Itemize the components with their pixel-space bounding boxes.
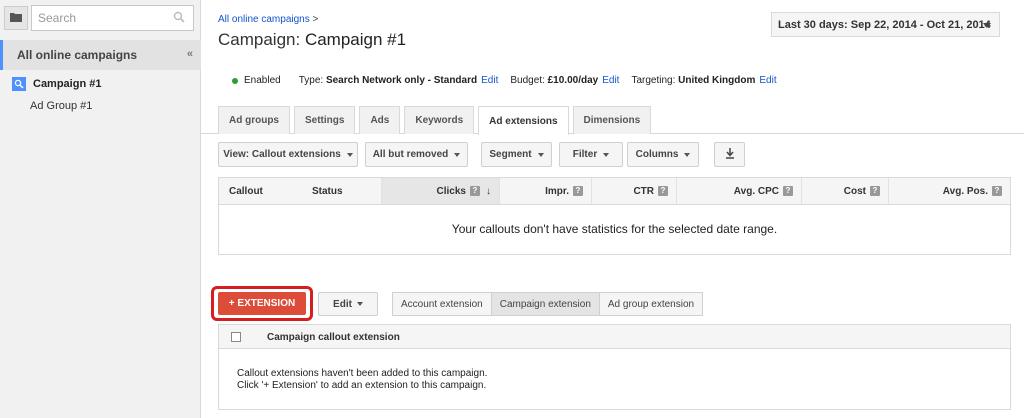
download-button[interactable] xyxy=(714,142,745,167)
page-title-prefix: Campaign: xyxy=(218,30,301,49)
statistics-table-header: Callout Status Clicks ? ↓ Impr. ? CTR ? … xyxy=(219,178,1010,205)
all-campaigns-item[interactable]: All online campaigns « xyxy=(0,40,201,70)
columns-label: Columns xyxy=(635,149,679,160)
filter-label: Filter xyxy=(572,149,598,160)
all-campaigns-label: All online campaigns xyxy=(17,48,138,62)
tab-ad-extensions[interactable]: Ad extensions xyxy=(478,106,569,135)
campaign-status-line: Enabled Type: Search Network only - Stan… xyxy=(232,75,777,86)
breadcrumb-separator: > xyxy=(312,14,319,25)
add-extension-button[interactable]: + EXTENSION xyxy=(218,292,306,315)
chevron-down-icon xyxy=(346,152,353,157)
chevron-down-icon xyxy=(603,152,610,157)
edit-dropdown[interactable]: Edit xyxy=(318,292,378,316)
budget-label: Budget: xyxy=(510,75,545,86)
tab-ad-groups[interactable]: Ad groups xyxy=(218,106,290,134)
statistics-table: Callout Status Clicks ? ↓ Impr. ? CTR ? … xyxy=(218,177,1011,255)
empty-extensions-message: Callout extensions haven't been added to… xyxy=(237,368,487,392)
column-header-callout[interactable]: Callout xyxy=(229,178,309,204)
sort-descending-icon: ↓ xyxy=(486,185,491,197)
empty-statistics-message: Your callouts don't have statistics for … xyxy=(451,222,778,236)
tab-ads[interactable]: Ads xyxy=(359,106,401,134)
columns-dropdown[interactable]: Columns xyxy=(627,142,699,167)
column-header-impressions[interactable]: Impr. ? xyxy=(499,178,591,204)
ad-group-extension-tab[interactable]: Ad group extension xyxy=(599,293,703,315)
column-label: Cost xyxy=(843,185,866,197)
date-range-label: Last 30 days: Sep 22, 2014 - Oct 21, 201… xyxy=(778,18,991,31)
tab-keywords[interactable]: Keywords xyxy=(404,106,475,134)
search-placeholder: Search xyxy=(38,11,77,25)
edit-dropdown-label: Edit xyxy=(333,298,352,310)
column-header-status[interactable]: Status xyxy=(312,178,382,204)
column-label: Impr. xyxy=(545,185,569,197)
sidebar-item-campaign[interactable]: Campaign #1 xyxy=(12,77,101,91)
enabled-status-icon xyxy=(232,77,238,84)
folder-button[interactable] xyxy=(4,6,28,30)
help-icon[interactable]: ? xyxy=(658,186,668,196)
column-label: CTR xyxy=(633,185,654,197)
chevron-down-icon xyxy=(454,152,461,157)
budget-value: £10.00/day xyxy=(547,75,599,86)
help-icon[interactable]: ? xyxy=(470,186,480,196)
page-title: Campaign: Campaign #1 xyxy=(218,30,406,50)
column-header-avg-pos[interactable]: Avg. Pos. ? xyxy=(888,178,1010,204)
type-value: Search Network only - Standard xyxy=(325,75,478,86)
removed-filter-dropdown[interactable]: All but removed xyxy=(365,142,468,167)
sidebar-campaign-label: Campaign #1 xyxy=(33,78,102,90)
sidebar: Search All online campaigns « Campaign #… xyxy=(0,0,201,418)
tab-bar: Ad groups Settings Ads Keywords Ad exten… xyxy=(218,106,655,135)
empty-extensions-line-2: Click '+ Extension' to add an extension … xyxy=(237,380,487,391)
status-enabled: Enabled xyxy=(244,75,281,86)
chevron-down-icon xyxy=(684,152,691,157)
targeting-value: United Kingdom xyxy=(678,75,756,86)
search-campaign-icon xyxy=(12,77,26,91)
select-all-checkbox[interactable] xyxy=(231,332,241,342)
extension-level-selector: Account extension Campaign extension Ad … xyxy=(392,292,704,316)
column-label: Avg. CPC xyxy=(733,185,779,197)
chevron-down-icon xyxy=(356,302,363,306)
type-label: Type: xyxy=(298,75,324,86)
targeting-label: Targeting: xyxy=(631,75,676,86)
campaign-extension-tab[interactable]: Campaign extension xyxy=(491,293,600,315)
help-icon[interactable]: ? xyxy=(573,186,583,196)
download-icon xyxy=(725,147,735,162)
view-dropdown[interactable]: View: Callout extensions xyxy=(218,142,358,167)
breadcrumb-link[interactable]: All online campaigns xyxy=(218,14,310,25)
account-extension-tab[interactable]: Account extension xyxy=(393,293,492,315)
column-header-campaign-callout[interactable]: Campaign callout extension xyxy=(267,325,400,349)
collapse-sidebar-icon[interactable]: « xyxy=(187,48,193,60)
page-title-name: Campaign #1 xyxy=(304,30,407,49)
view-dropdown-label: View: Callout extensions xyxy=(223,149,341,160)
segment-label: Segment xyxy=(489,149,532,160)
column-header-ctr[interactable]: CTR ? xyxy=(591,178,676,204)
tab-dimensions[interactable]: Dimensions xyxy=(572,106,652,134)
column-label: Status xyxy=(312,185,343,197)
filter-dropdown[interactable]: Filter xyxy=(559,142,623,167)
column-label: Avg. Pos. xyxy=(942,185,988,197)
edit-type-link[interactable]: Edit xyxy=(481,75,498,86)
folder-icon xyxy=(10,12,22,25)
column-header-clicks[interactable]: Clicks ? ↓ xyxy=(381,178,499,204)
sidebar-item-ad-group[interactable]: Ad Group #1 xyxy=(30,100,92,112)
column-label: Clicks xyxy=(436,185,466,197)
edit-targeting-link[interactable]: Edit xyxy=(759,75,776,86)
extensions-table-header: Campaign callout extension xyxy=(219,325,1010,349)
breadcrumb: All online campaigns > xyxy=(218,14,318,25)
extensions-table: Campaign callout extension Callout exten… xyxy=(218,324,1011,410)
search-icon[interactable] xyxy=(173,11,185,26)
date-range-selector[interactable]: Last 30 days: Sep 22, 2014 - Oct 21, 201… xyxy=(771,12,1000,37)
column-label: Callout xyxy=(229,185,263,197)
column-header-avg-cpc[interactable]: Avg. CPC ? xyxy=(676,178,801,204)
help-icon[interactable]: ? xyxy=(992,186,1002,196)
edit-budget-link[interactable]: Edit xyxy=(602,75,619,86)
chevron-down-icon xyxy=(537,152,544,157)
column-header-cost[interactable]: Cost ? xyxy=(801,178,888,204)
chevron-down-icon xyxy=(983,23,991,28)
empty-extensions-line-1: Callout extensions haven't been added to… xyxy=(237,368,488,379)
tab-settings[interactable]: Settings xyxy=(294,106,356,134)
search-input[interactable]: Search xyxy=(31,5,194,31)
removed-filter-label: All but removed xyxy=(372,149,449,160)
segment-dropdown[interactable]: Segment xyxy=(481,142,552,167)
help-icon[interactable]: ? xyxy=(870,186,880,196)
help-icon[interactable]: ? xyxy=(783,186,793,196)
